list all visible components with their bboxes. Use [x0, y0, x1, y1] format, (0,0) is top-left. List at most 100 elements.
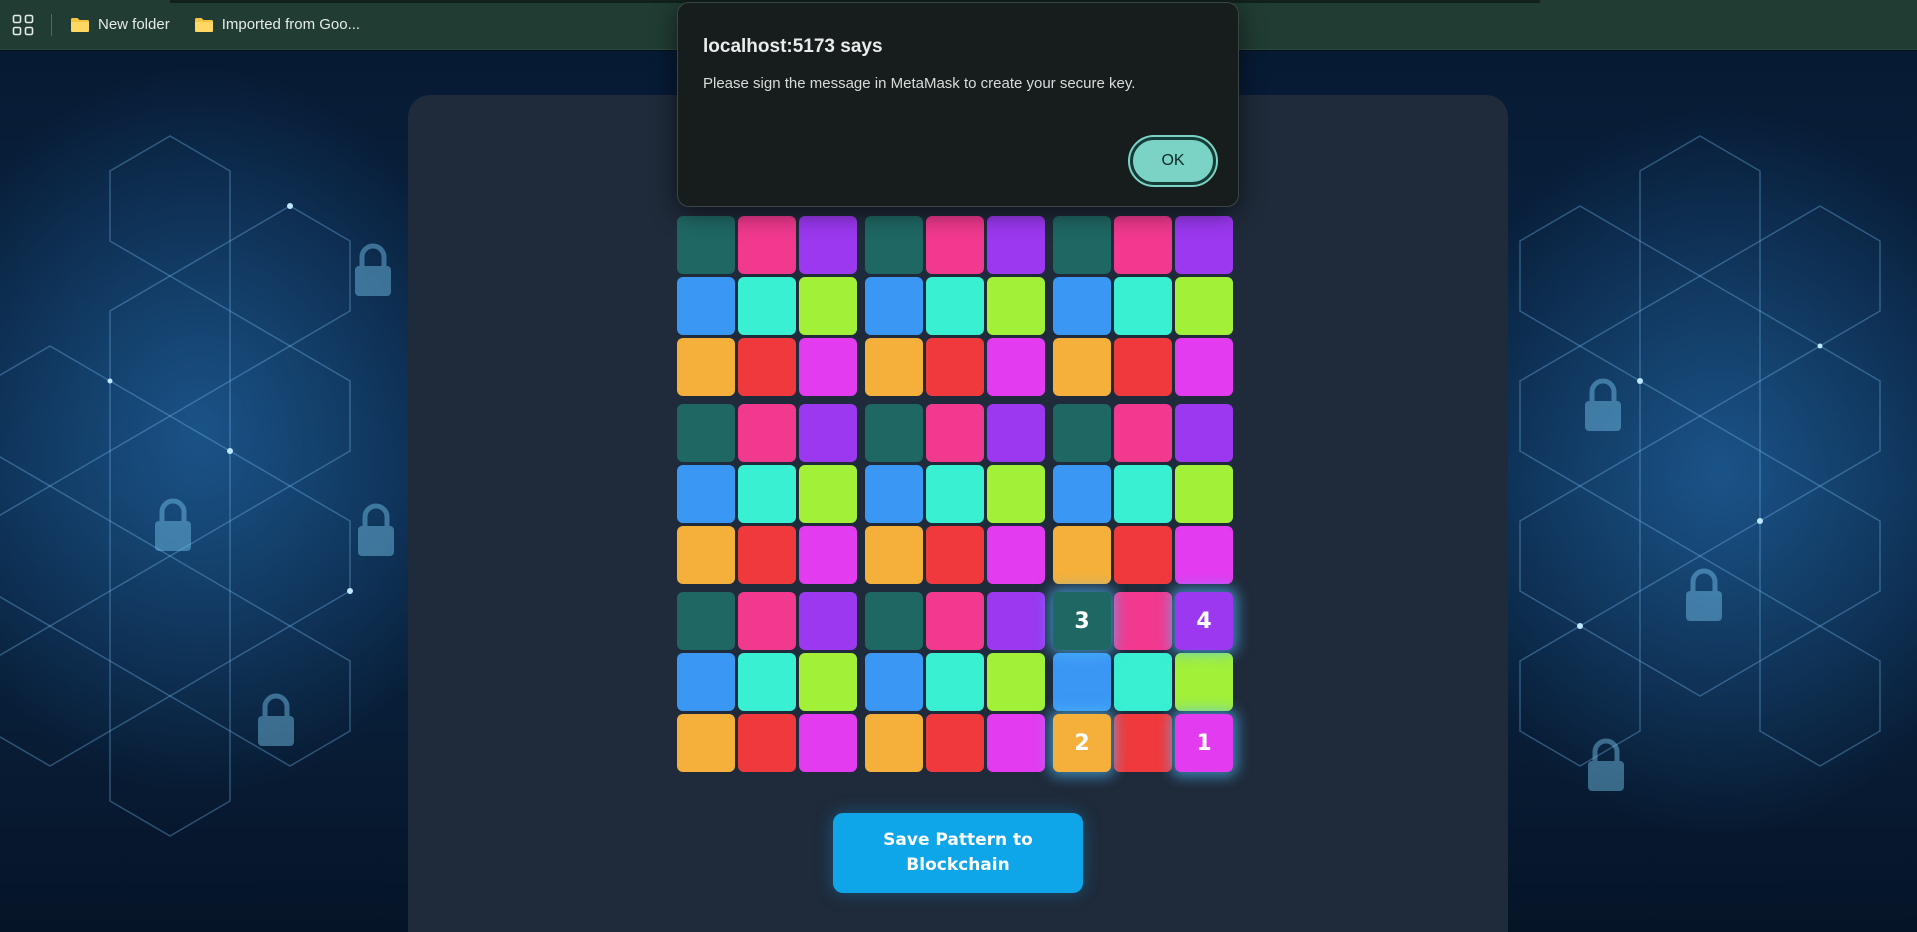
pattern-cell[interactable]	[926, 714, 984, 772]
pattern-cell[interactable]	[987, 338, 1045, 396]
pattern-cell[interactable]	[926, 216, 984, 274]
alert-dialog: localhost:5173 says Please sign the mess…	[677, 2, 1239, 207]
pattern-cell[interactable]	[926, 277, 984, 335]
save-button-line2: Blockchain	[906, 855, 1010, 875]
alert-ok-button[interactable]: OK	[1128, 135, 1218, 187]
pattern-cell[interactable]	[738, 465, 796, 523]
pattern-cell[interactable]	[1053, 465, 1111, 523]
pattern-cell[interactable]	[926, 653, 984, 711]
pattern-cell[interactable]	[799, 592, 857, 650]
pattern-cell[interactable]	[987, 592, 1045, 650]
pattern-cell[interactable]	[926, 592, 984, 650]
pattern-cell[interactable]	[1175, 404, 1233, 462]
pattern-cell[interactable]	[987, 216, 1045, 274]
pattern-cell[interactable]	[865, 592, 923, 650]
pattern-cell-selected[interactable]: 2	[1053, 714, 1111, 772]
alert-message: Please sign the message in MetaMask to c…	[703, 75, 1136, 92]
pattern-cell[interactable]	[1053, 277, 1111, 335]
pattern-cell[interactable]	[1053, 404, 1111, 462]
pattern-cell[interactable]	[738, 277, 796, 335]
pattern-cell[interactable]	[1114, 277, 1172, 335]
pattern-cell[interactable]	[738, 653, 796, 711]
pattern-cell[interactable]	[1175, 465, 1233, 523]
selection-order-label: 3	[1074, 608, 1090, 634]
pattern-cell[interactable]	[799, 216, 857, 274]
pattern-cell[interactable]	[865, 465, 923, 523]
pattern-cell[interactable]	[799, 526, 857, 584]
bar-divider	[51, 13, 52, 36]
pattern-cell[interactable]	[1114, 526, 1172, 584]
pattern-cell[interactable]	[799, 714, 857, 772]
pattern-cell[interactable]	[1053, 216, 1111, 274]
pattern-cell-selected[interactable]: 1	[1175, 714, 1233, 772]
pattern-cell[interactable]	[865, 338, 923, 396]
pattern-cell[interactable]	[865, 277, 923, 335]
folder-icon	[194, 17, 213, 32]
pattern-cell[interactable]	[1114, 653, 1172, 711]
pattern-cell[interactable]	[1175, 277, 1233, 335]
pattern-cell[interactable]	[987, 526, 1045, 584]
pattern-cell[interactable]	[677, 653, 735, 711]
pattern-cell[interactable]	[865, 653, 923, 711]
pattern-cell[interactable]	[987, 714, 1045, 772]
folder-icon	[71, 17, 89, 32]
alert-title: localhost:5173 says	[703, 36, 883, 57]
selection-order-label: 1	[1196, 730, 1212, 756]
pattern-cell[interactable]	[1175, 526, 1233, 584]
selection-order-label: 4	[1196, 608, 1212, 634]
pattern-cell[interactable]	[987, 465, 1045, 523]
pattern-cell[interactable]	[987, 277, 1045, 335]
pattern-cell[interactable]	[1053, 653, 1111, 711]
pattern-cell[interactable]	[1114, 592, 1172, 650]
pattern-cell[interactable]	[677, 592, 735, 650]
pattern-cell[interactable]	[1114, 465, 1172, 523]
pattern-cell[interactable]	[987, 404, 1045, 462]
pattern-cell-selected[interactable]: 3	[1053, 592, 1111, 650]
pattern-cell[interactable]	[1175, 216, 1233, 274]
pattern-cell[interactable]	[1114, 338, 1172, 396]
pattern-cell[interactable]	[677, 404, 735, 462]
pattern-cell[interactable]	[865, 404, 923, 462]
pattern-cell[interactable]	[799, 338, 857, 396]
pattern-cell[interactable]	[1114, 216, 1172, 274]
pattern-cell[interactable]	[738, 404, 796, 462]
save-pattern-button[interactable]: Save Pattern to Blockchain	[833, 813, 1083, 893]
pattern-cell[interactable]	[677, 216, 735, 274]
pattern-cell[interactable]	[677, 714, 735, 772]
pattern-cell[interactable]	[1114, 714, 1172, 772]
pattern-cell[interactable]	[738, 714, 796, 772]
bookmark-label: Imported from Goo...	[221, 16, 361, 33]
pattern-cell[interactable]	[926, 526, 984, 584]
pattern-cell[interactable]	[926, 338, 984, 396]
selection-order-label: 2	[1074, 730, 1090, 756]
pattern-cell[interactable]	[738, 338, 796, 396]
pattern-cell[interactable]	[1114, 404, 1172, 462]
pattern-cell[interactable]	[926, 465, 984, 523]
pattern-cell[interactable]	[677, 526, 735, 584]
pattern-grid: 3 4 2 1	[677, 216, 1239, 778]
bookmark-label: New folder	[98, 16, 170, 33]
pattern-cell[interactable]	[799, 277, 857, 335]
pattern-cell[interactable]	[738, 592, 796, 650]
bookmark-new-folder[interactable]: New folder	[70, 16, 170, 33]
apps-grid-icon[interactable]	[11, 13, 35, 37]
pattern-cell[interactable]	[1175, 653, 1233, 711]
pattern-cell[interactable]	[738, 216, 796, 274]
pattern-cell-selected[interactable]: 4	[1175, 592, 1233, 650]
pattern-cell[interactable]	[799, 465, 857, 523]
pattern-cell[interactable]	[865, 526, 923, 584]
pattern-cell[interactable]	[865, 216, 923, 274]
pattern-cell[interactable]	[677, 465, 735, 523]
pattern-cell[interactable]	[799, 653, 857, 711]
pattern-cell[interactable]	[1053, 526, 1111, 584]
pattern-cell[interactable]	[677, 277, 735, 335]
bookmark-imported-from-google[interactable]: Imported from Goo...	[194, 16, 360, 33]
pattern-cell[interactable]	[1175, 338, 1233, 396]
pattern-cell[interactable]	[926, 404, 984, 462]
pattern-cell[interactable]	[987, 653, 1045, 711]
pattern-cell[interactable]	[865, 714, 923, 772]
pattern-cell[interactable]	[738, 526, 796, 584]
pattern-cell[interactable]	[799, 404, 857, 462]
pattern-cell[interactable]	[1053, 338, 1111, 396]
pattern-cell[interactable]	[677, 338, 735, 396]
